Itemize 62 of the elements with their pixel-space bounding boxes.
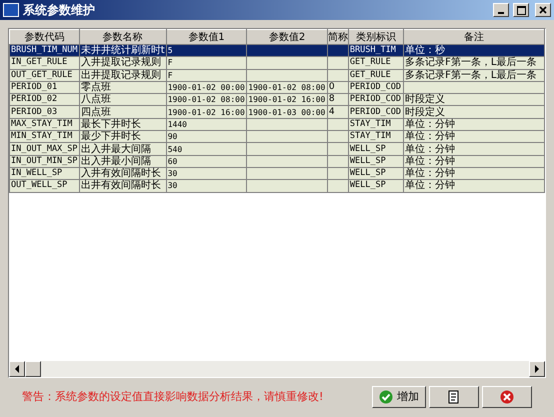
horizontal-scrollbar[interactable] bbox=[9, 361, 545, 377]
table-cell: 单位：分钟 bbox=[404, 155, 544, 168]
delete-icon bbox=[500, 390, 514, 404]
table-cell: 60 bbox=[166, 155, 247, 168]
table-cell: 1900-01-02 16:00 bbox=[166, 106, 247, 118]
table-cell: IN_GET_RULE bbox=[10, 56, 80, 70]
minimize-button[interactable] bbox=[493, 3, 509, 17]
table-cell: PERIOD_03 bbox=[10, 106, 80, 118]
table-cell: WELL_SP bbox=[348, 142, 404, 156]
close-button[interactable] bbox=[535, 3, 551, 17]
table-cell: 1900-01-03 00:00 bbox=[246, 106, 328, 118]
table-cell: 出井有效间隔时长 bbox=[79, 180, 166, 192]
table-cell: GET_RULE bbox=[348, 56, 404, 70]
table-cell bbox=[327, 155, 348, 168]
app-icon bbox=[3, 3, 19, 17]
column-header[interactable]: 参数名称 bbox=[79, 30, 166, 44]
column-header[interactable]: 简称 bbox=[327, 30, 348, 44]
table-cell: F bbox=[166, 56, 247, 70]
table-cell: GET_RULE bbox=[348, 69, 404, 82]
table-cell: 单位：分钟 bbox=[404, 180, 544, 192]
add-button[interactable]: 增加 bbox=[372, 386, 426, 408]
table-cell: 4 bbox=[327, 106, 348, 118]
right-arrow-icon[interactable] bbox=[534, 365, 540, 373]
table-cell: 多条记录F第一条，L最后一条 bbox=[404, 56, 544, 70]
column-header[interactable]: 备注 bbox=[404, 30, 544, 44]
table-cell: 540 bbox=[166, 142, 247, 156]
table-cell bbox=[327, 142, 348, 156]
check-icon bbox=[379, 390, 393, 404]
table-cell bbox=[327, 180, 348, 192]
close-icon bbox=[539, 6, 547, 14]
scrollbar-thumb[interactable] bbox=[25, 361, 41, 377]
table-cell: 多条记录F第一条，L最后一条 bbox=[404, 69, 544, 82]
table-cell: 出井提取记录规则 bbox=[79, 69, 166, 82]
left-arrow-icon[interactable] bbox=[14, 365, 20, 373]
table-cell: 出入井最大间隔 bbox=[79, 142, 166, 156]
window-title: 系统参数维护 bbox=[23, 2, 95, 19]
table-cell: WELL_SP bbox=[348, 180, 404, 192]
table-cell: OUT_WELL_SP bbox=[10, 180, 80, 192]
table-cell: F bbox=[166, 69, 247, 82]
column-header[interactable]: 参数代码 bbox=[10, 30, 80, 44]
maximize-icon bbox=[516, 6, 526, 14]
table-cell: 时段定义 bbox=[404, 106, 544, 118]
table-cell: OUT_GET_RULE bbox=[10, 69, 80, 82]
column-header[interactable]: 类别标识 bbox=[348, 30, 404, 44]
table-cell: 出入井最小间隔 bbox=[79, 155, 166, 168]
maximize-button[interactable] bbox=[513, 3, 529, 17]
table-cell: 30 bbox=[166, 180, 247, 192]
warning-text: 警告：系统参数的设定值直接影响数据分析结果，请慎重修改! bbox=[22, 388, 324, 405]
delete-button[interactable] bbox=[482, 386, 532, 408]
table-cell: 单位：分钟 bbox=[404, 142, 544, 156]
document-icon bbox=[447, 390, 461, 404]
table-cell: IN_OUT_MIN_SP bbox=[10, 155, 80, 168]
table-cell: WELL_SP bbox=[348, 155, 404, 168]
edit-button[interactable] bbox=[429, 386, 479, 408]
table-cell: 入井提取记录规则 bbox=[79, 56, 166, 70]
column-header[interactable]: 参数值2 bbox=[246, 30, 328, 44]
table-cell: PERIOD_COD bbox=[348, 106, 404, 118]
table-cell bbox=[327, 69, 348, 82]
column-header[interactable]: 参数值1 bbox=[166, 30, 247, 44]
table-cell: 四点班 bbox=[79, 106, 166, 118]
table-cell: IN_OUT_MAX_SP bbox=[10, 142, 80, 156]
table-cell bbox=[327, 56, 348, 70]
